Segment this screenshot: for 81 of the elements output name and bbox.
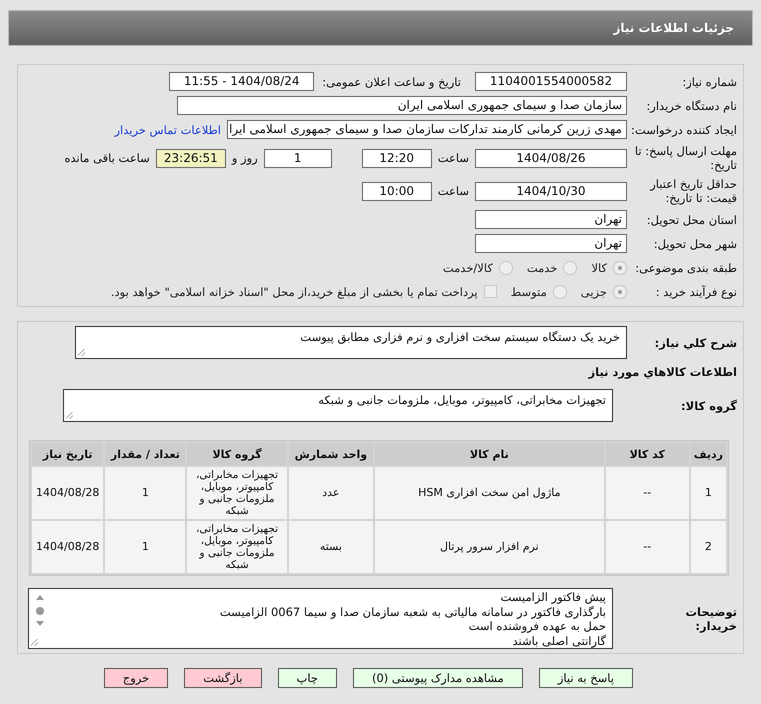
field-label: استان محل تحویل: xyxy=(646,212,738,226)
radio-label: خدمت xyxy=(526,260,558,274)
summary-textarea[interactable]: خرید یک دستگاه سیستم سخت افزاری و نرم فزاری مطابق پیوست xyxy=(75,326,627,359)
field-label: گروه کالا: xyxy=(680,398,738,412)
table-cell: 2 xyxy=(690,521,726,573)
field-label: ساعت xyxy=(438,151,469,165)
table-cell: بسته xyxy=(288,521,374,573)
action-button[interactable]: چاپ xyxy=(278,668,337,688)
checkbox-label: پرداخت تمام یا بخشی از مبلغ خرید،از محل "اسناد خزانه اسلامی" خواهد بود. xyxy=(110,284,478,298)
radio-button[interactable] xyxy=(613,284,627,298)
buyer-notes-textarea[interactable]: پیش فاکتور الزامیست بارگذاری فاکتور در سامانه مالیاتی به شعبه سازمان صدا و سیما 0067 الزامیست حمل به عهده فروشنده است گارانتی اصلی باشند xyxy=(28,588,613,649)
validity-date-field: 1404/10/30 xyxy=(475,182,627,200)
table-cell: ماژول امن سخت افزاری HSM xyxy=(375,467,604,519)
field-label: مهلت ارسال پاسخ: تا تاریخ: xyxy=(634,144,738,172)
table-cell: -- xyxy=(606,521,689,573)
action-button[interactable]: پاسخ به نیاز xyxy=(538,668,633,688)
table-cell: تجهیزات مخابراتی، کامپیوتر، موبایل، ملزومات جانبی و شبکه xyxy=(187,521,287,573)
radio-label: جزیی xyxy=(580,284,607,298)
checkbox[interactable] xyxy=(484,285,497,298)
action-button[interactable]: بازگشت xyxy=(184,668,262,688)
scrollbar-icon xyxy=(36,595,44,626)
radio-label: متوسط xyxy=(510,284,547,298)
field-label: شماره نیاز: xyxy=(681,74,738,88)
need-number-field: 1104001554000582 xyxy=(475,72,627,91)
note-line: حمل به عهده فروشنده است xyxy=(468,619,606,634)
field-label: روز و xyxy=(232,151,258,165)
column-header: تاریخ نیاز xyxy=(32,443,104,465)
requester-field: مهدی زرین کرمانی کارمند تدارکات سازمان صدا و سیمای جمهوری اسلامی ایرا xyxy=(227,120,627,139)
table-cell: نرم افزار سرور پرتال xyxy=(375,521,604,573)
deadline-time-field: 12:20 xyxy=(362,148,432,168)
field-label: طبقه بندی موضوعی: xyxy=(634,260,738,274)
page-title: جزئیات اطلاعات نیاز xyxy=(613,21,734,35)
action-button[interactable]: مشاهده مدارک پیوستی (0) xyxy=(352,668,523,688)
resize-grip-icon xyxy=(66,412,73,419)
note-line: گارانتی اصلی باشند xyxy=(512,634,606,648)
field-label: نام دستگاه خریدار: xyxy=(645,98,738,112)
buyer-contact-link[interactable]: اطلاعات تماس خریدار xyxy=(114,122,221,136)
field-label: حداقل تاریخ اعتبار قیمت: تا تاریخ: xyxy=(648,177,738,205)
column-header: واحد شمارش xyxy=(288,443,374,465)
field-label: ایجاد کننده درخواست: xyxy=(630,122,738,136)
days-field: 1 xyxy=(264,148,332,168)
column-header: ردیف xyxy=(690,443,726,465)
action-button[interactable]: خروج xyxy=(104,668,168,688)
field-label: ساعت xyxy=(438,184,469,198)
column-header: نام کالا xyxy=(375,443,604,465)
radio-button[interactable] xyxy=(552,284,567,298)
city-field: تهران xyxy=(475,234,627,253)
table-cell: 1 xyxy=(690,467,726,519)
deadline-date-field: 1404/08/26 xyxy=(475,148,627,168)
note-line: پیش فاکتور الزامیست xyxy=(499,590,606,604)
note-line: بارگذاری فاکتور در سامانه مالیاتی به شعبه سازمان صدا و سیما 0067 الزامیست xyxy=(218,604,606,619)
table-cell: تجهیزات مخابراتی، کامپیوتر، موبایل، ملزومات جانبی و شبکه xyxy=(187,467,287,519)
field-label: توضیحات خریدار: xyxy=(684,604,738,632)
announce-date-field: 1404/08/24 - 11:55 xyxy=(169,72,314,91)
radio-button[interactable] xyxy=(613,260,627,274)
table-cell: 1404/08/28 xyxy=(32,467,104,519)
province-field: تهران xyxy=(475,210,627,229)
field-label: نوع فرآیند خرید : xyxy=(654,284,738,298)
field-label: تاریخ و ساعت اعلان عمومی: xyxy=(322,74,461,88)
radio-button[interactable] xyxy=(498,260,513,274)
table-cell: -- xyxy=(606,467,689,519)
resize-grip-icon xyxy=(31,639,38,646)
goods-group-textarea[interactable]: تجهیزات مخابراتی، کامپیوتر، موبایل، ملزومات جانبی و شبکه xyxy=(63,389,613,422)
buyer-org-field: سازمان صدا و سیمای جمهوری اسلامی ایران xyxy=(177,96,627,115)
section-heading: اطلاعات کالاهاي مورد نياز xyxy=(587,365,738,379)
column-header: کد کالا xyxy=(606,443,689,465)
table-cell: 1 xyxy=(105,467,186,519)
table-cell: عدد xyxy=(288,467,374,519)
validity-time-field: 10:00 xyxy=(362,182,432,200)
column-header: گروه کالا xyxy=(187,443,287,465)
radio-button[interactable] xyxy=(563,260,578,274)
column-header: تعداد / مقدار xyxy=(105,443,186,465)
field-label: شرح کلي نياز: xyxy=(654,336,738,350)
field-label: ساعت باقی مانده xyxy=(64,151,150,165)
table-cell: 1404/08/28 xyxy=(32,521,104,573)
field-label: شهر محل تحویل: xyxy=(652,236,738,250)
radio-label: کالا xyxy=(591,260,607,274)
resize-grip-icon xyxy=(78,349,85,356)
remaining-time-field: 23:26:51 xyxy=(156,148,226,168)
table-cell: 1 xyxy=(105,521,186,573)
radio-label: کالا/خدمت xyxy=(442,260,493,274)
